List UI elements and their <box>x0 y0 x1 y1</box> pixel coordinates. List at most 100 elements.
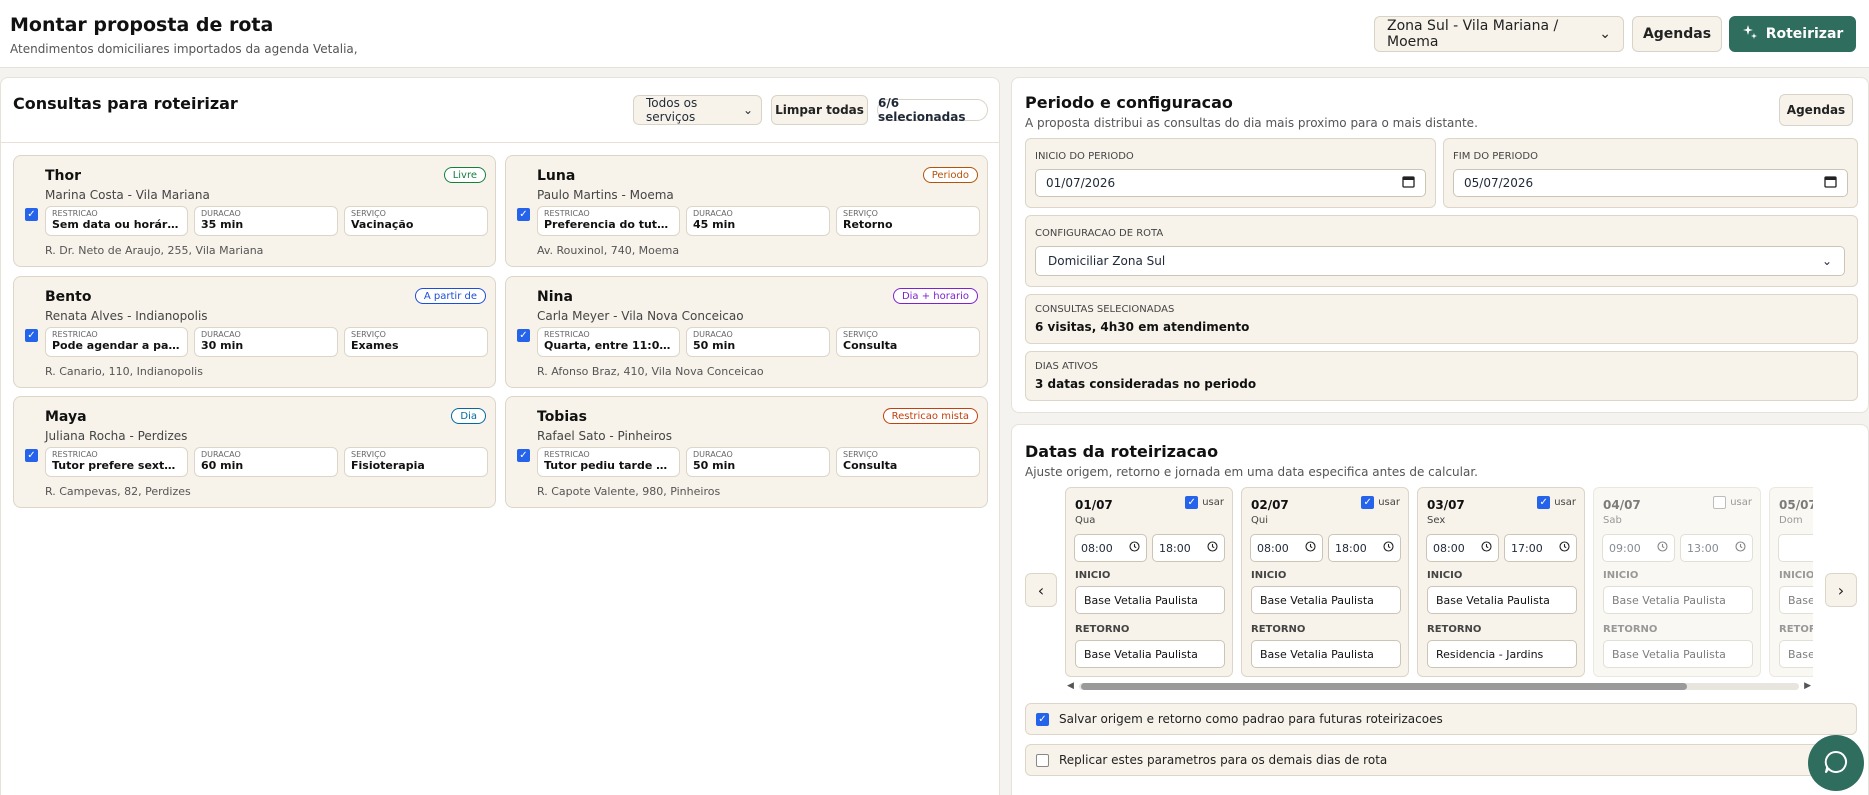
consulta-checkbox[interactable]: ✓ <box>517 208 530 221</box>
start-time-input[interactable]: 08:00 <box>1074 534 1147 562</box>
config-rota-value: Domiciliar Zona Sul <box>1048 254 1166 268</box>
consulta-card[interactable]: Luna Paulo Martins - Moema Periodo ✓ RESTRIC… <box>505 155 988 267</box>
origin-input[interactable]: Base Vetalia Paulista <box>1075 586 1225 614</box>
start-time-input[interactable]: 08:00 <box>1250 534 1323 562</box>
consulta-card[interactable]: Tobias Rafael Sato - Pinheiros Restricao m… <box>505 396 988 508</box>
start-time-input[interactable]: 09:00 <box>1602 534 1675 562</box>
servico-field: SERVIÇO Fisioterapia <box>344 447 488 477</box>
start-time-input[interactable]: 08:00 <box>1426 534 1499 562</box>
clear-all-button[interactable]: Limpar todas <box>771 95 868 125</box>
duracao-label: DURACAO <box>201 450 241 459</box>
consulta-checkbox[interactable]: ✓ <box>517 329 530 342</box>
pet-name: Tobias <box>537 409 587 425</box>
use-day-label: usar <box>1378 497 1400 508</box>
roteirizar-button[interactable]: Roteirizar <box>1729 16 1856 52</box>
periodo-panel: Periodo e configuracao A proposta distri… <box>1011 77 1869 413</box>
day-column: 01/07 Qua ✓ usar 08:00 18:00 INICIO Base Vetali… <box>1065 487 1233 677</box>
return-input[interactable]: Base Vetalia Paulista <box>1603 640 1753 668</box>
use-day-checkbox[interactable]: ✓ <box>1537 496 1551 509</box>
config-rota-select[interactable]: Domiciliar Zona Sul ⌄ <box>1035 246 1845 276</box>
end-time-input[interactable]: 17:00 <box>1504 534 1577 562</box>
next-days-button[interactable]: › <box>1825 573 1857 607</box>
day-weekday: Qua <box>1075 515 1096 526</box>
day-weekday: Qui <box>1251 515 1268 526</box>
consulta-checkbox[interactable]: ✓ <box>517 449 530 462</box>
restricao-label: RESTRICAO <box>52 209 98 218</box>
agendas-secondary-button[interactable]: Agendas <box>1779 94 1853 126</box>
start-time-value: 09:00 <box>1609 541 1641 555</box>
servico-field: SERVIÇO Consulta <box>836 327 980 357</box>
consulta-card[interactable]: Nina Carla Meyer - Vila Nova Conceicao Dia… <box>505 276 988 388</box>
inicio-label: INICIO <box>1779 570 1813 581</box>
day-weekday: Sab <box>1603 515 1622 526</box>
origin-input[interactable]: Base Vetalia Paulista <box>1779 586 1813 614</box>
consulta-card[interactable]: Maya Juliana Rocha - Perdizes Dia ✓ RESTRICA… <box>13 396 496 508</box>
consultas-selecionadas-value: 6 visitas, 4h30 em atendimento <box>1035 320 1250 334</box>
address: R. Afonso Braz, 410, Vila Nova Conceicao <box>537 365 764 378</box>
dias-ativos-value: 3 datas consideradas no periodo <box>1035 377 1257 391</box>
consulta-checkbox[interactable]: ✓ <box>25 449 38 462</box>
save-default-option[interactable]: ✓ Salvar origem e retorno como padrao pa… <box>1025 703 1857 735</box>
duracao-label: DURACAO <box>201 330 241 339</box>
end-time-input[interactable]: 18:00 <box>1328 534 1401 562</box>
use-day-checkbox[interactable]: ✓ <box>1185 496 1199 509</box>
zone-select[interactable]: Zona Sul - Vila Mariana / Moema ⌄ <box>1374 16 1624 52</box>
day-column: 03/07 Sex ✓ usar 08:00 17:00 INICIO Base Vetali… <box>1417 487 1585 677</box>
use-day-checkbox[interactable]: ✓ <box>1361 496 1375 509</box>
servico-value: Exames <box>351 339 399 352</box>
use-day-toggle[interactable]: usar <box>1713 496 1752 509</box>
servico-field: SERVIÇO Exames <box>344 327 488 357</box>
duracao-field: DURACAO 45 min <box>686 206 830 236</box>
replicate-label: Replicar estes parametros para os demais… <box>1059 753 1388 767</box>
origin-input[interactable]: Base Vetalia Paulista <box>1251 586 1401 614</box>
chevron-down-icon: ⌄ <box>742 103 753 117</box>
use-day-toggle[interactable]: ✓ usar <box>1185 496 1224 509</box>
replicate-checkbox[interactable] <box>1036 753 1049 767</box>
selected-count-badge: 6/6 selecionadas <box>877 96 988 124</box>
use-day-toggle[interactable]: ✓ usar <box>1361 496 1400 509</box>
start-time-input[interactable] <box>1778 534 1813 562</box>
service-filter-select[interactable]: Todos os serviços ⌄ <box>633 95 762 125</box>
duracao-value: 60 min <box>201 459 244 472</box>
consulta-card[interactable]: Bento Renata Alves - Indianopolis A partir… <box>13 276 496 388</box>
address: R. Campevas, 82, Perdizes <box>45 485 191 498</box>
divider <box>1 142 999 143</box>
consulta-checkbox[interactable]: ✓ <box>25 208 38 221</box>
replicate-option[interactable]: Replicar estes parametros para os demais… <box>1025 744 1857 776</box>
end-time-input[interactable]: 18:00 <box>1152 534 1225 562</box>
duracao-field: DURACAO 50 min <box>686 447 830 477</box>
fim-periodo-input[interactable]: 05/07/2026 <box>1453 169 1848 197</box>
return-input[interactable]: Base Vetalia Paulista <box>1075 640 1225 668</box>
scrollbar-thumb[interactable] <box>1081 683 1687 690</box>
end-time-input[interactable]: 13:00 <box>1680 534 1753 562</box>
agendas-button[interactable]: Agendas <box>1632 16 1722 52</box>
prev-days-button[interactable]: ‹ <box>1025 573 1057 607</box>
inicio-periodo-value: 01/07/2026 <box>1046 176 1116 190</box>
clock-icon <box>1383 541 1394 555</box>
use-day-toggle[interactable]: ✓ usar <box>1537 496 1576 509</box>
consulta-checkbox[interactable]: ✓ <box>25 329 38 342</box>
return-input[interactable]: Base Vetalia Paulista <box>1251 640 1401 668</box>
use-day-checkbox[interactable] <box>1713 496 1727 509</box>
consulta-card[interactable]: Thor Marina Costa - Vila Mariana Livre ✓ RES… <box>13 155 496 267</box>
servico-label: SERVIÇO <box>351 209 386 218</box>
servico-value: Consulta <box>843 339 898 352</box>
inicio-periodo-input[interactable]: 01/07/2026 <box>1035 169 1426 197</box>
origin-input[interactable]: Base Vetalia Paulista <box>1603 586 1753 614</box>
return-input[interactable]: Base Vetalia Paulista <box>1779 640 1813 668</box>
use-day-label: usar <box>1554 497 1576 508</box>
chat-button[interactable] <box>1808 735 1864 791</box>
save-default-checkbox[interactable]: ✓ <box>1036 712 1049 726</box>
scroll-left-arrow-icon[interactable]: ◀ <box>1067 681 1074 691</box>
scroll-right-arrow-icon[interactable]: ▶ <box>1804 681 1811 691</box>
days-scrollbar[interactable]: ◀ ▶ <box>1065 681 1813 691</box>
return-input[interactable]: Residencia - Jardins <box>1427 640 1577 668</box>
pet-name: Maya <box>45 409 87 425</box>
origin-input[interactable]: Base Vetalia Paulista <box>1427 586 1577 614</box>
clock-icon <box>1735 541 1746 555</box>
clock-icon <box>1481 541 1492 555</box>
restricao-value: Tutor prefere sexta-feira <box>52 459 181 472</box>
address: Av. Rouxinol, 740, Moema <box>537 244 680 257</box>
datas-subtitle: Ajuste origem, retorno e jornada em uma … <box>1025 465 1478 479</box>
config-rota-box: CONFIGURACAO DE ROTA Domiciliar Zona Sul… <box>1025 215 1858 287</box>
